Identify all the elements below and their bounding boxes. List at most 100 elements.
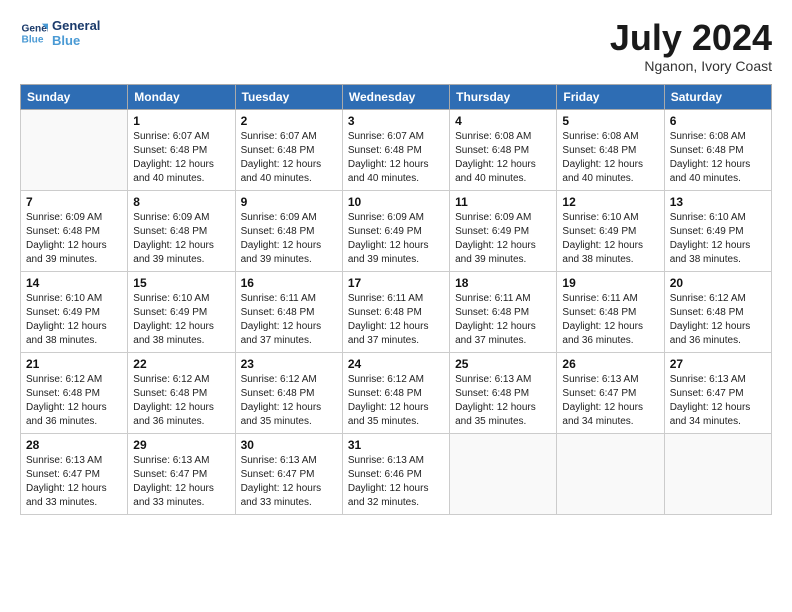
day-number: 16 xyxy=(241,276,337,290)
day-cell: 28 Sunrise: 6:13 AM Sunset: 6:47 PM Dayli… xyxy=(21,433,128,514)
day-number: 14 xyxy=(26,276,122,290)
day-number: 5 xyxy=(562,114,658,128)
day-number: 7 xyxy=(26,195,122,209)
day-info: Sunrise: 6:09 AM Sunset: 6:49 PM Dayligh… xyxy=(455,211,551,267)
day-number: 27 xyxy=(670,357,766,371)
day-cell: 24 Sunrise: 6:12 AM Sunset: 6:48 PM Dayli… xyxy=(342,352,449,433)
day-cell: 2Sunrise: 6:07 AM Sunset: 6:48 PM Daylig… xyxy=(235,109,342,190)
day-cell xyxy=(557,433,664,514)
day-info: Sunrise: 6:13 AM Sunset: 6:47 PM Dayligh… xyxy=(26,454,122,510)
day-info: Sunrise: 6:10 AM Sunset: 6:49 PM Dayligh… xyxy=(133,292,229,348)
col-header-monday: Monday xyxy=(128,84,235,109)
day-info: Sunrise: 6:07 AM Sunset: 6:48 PM Dayligh… xyxy=(133,130,229,186)
day-info: Sunrise: 6:08 AM Sunset: 6:48 PM Dayligh… xyxy=(670,130,766,186)
month-title: July 2024 xyxy=(610,18,772,58)
svg-text:Blue: Blue xyxy=(22,34,44,45)
day-info: Sunrise: 6:13 AM Sunset: 6:46 PM Dayligh… xyxy=(348,454,444,510)
day-number: 23 xyxy=(241,357,337,371)
day-cell: 10 Sunrise: 6:09 AM Sunset: 6:49 PM Dayli… xyxy=(342,190,449,271)
day-cell: 29 Sunrise: 6:13 AM Sunset: 6:47 PM Dayli… xyxy=(128,433,235,514)
day-cell xyxy=(21,109,128,190)
col-header-tuesday: Tuesday xyxy=(235,84,342,109)
day-number: 9 xyxy=(241,195,337,209)
day-info: Sunrise: 6:10 AM Sunset: 6:49 PM Dayligh… xyxy=(26,292,122,348)
day-cell: 16 Sunrise: 6:11 AM Sunset: 6:48 PM Dayli… xyxy=(235,271,342,352)
day-number: 21 xyxy=(26,357,122,371)
day-number: 11 xyxy=(455,195,551,209)
day-info: Sunrise: 6:10 AM Sunset: 6:49 PM Dayligh… xyxy=(562,211,658,267)
logo-general: General xyxy=(52,18,100,33)
day-cell: 22Sunrise: 6:12 AM Sunset: 6:48 PM Dayli… xyxy=(128,352,235,433)
day-info: Sunrise: 6:08 AM Sunset: 6:48 PM Dayligh… xyxy=(455,130,551,186)
day-number: 19 xyxy=(562,276,658,290)
day-info: Sunrise: 6:13 AM Sunset: 6:47 PM Dayligh… xyxy=(133,454,229,510)
col-header-saturday: Saturday xyxy=(664,84,771,109)
day-cell: 31 Sunrise: 6:13 AM Sunset: 6:46 PM Dayli… xyxy=(342,433,449,514)
day-info: Sunrise: 6:13 AM Sunset: 6:47 PM Dayligh… xyxy=(562,373,658,429)
day-cell: 6 Sunrise: 6:08 AM Sunset: 6:48 PM Daylig… xyxy=(664,109,771,190)
day-cell: 9Sunrise: 6:09 AM Sunset: 6:48 PM Daylig… xyxy=(235,190,342,271)
day-info: Sunrise: 6:12 AM Sunset: 6:48 PM Dayligh… xyxy=(348,373,444,429)
day-info: Sunrise: 6:12 AM Sunset: 6:48 PM Dayligh… xyxy=(670,292,766,348)
day-cell: 26 Sunrise: 6:13 AM Sunset: 6:47 PM Dayli… xyxy=(557,352,664,433)
day-info: Sunrise: 6:09 AM Sunset: 6:49 PM Dayligh… xyxy=(348,211,444,267)
day-number: 12 xyxy=(562,195,658,209)
col-header-sunday: Sunday xyxy=(21,84,128,109)
calendar: SundayMondayTuesdayWednesdayThursdayFrid… xyxy=(20,84,772,515)
day-number: 13 xyxy=(670,195,766,209)
day-info: Sunrise: 6:12 AM Sunset: 6:48 PM Dayligh… xyxy=(26,373,122,429)
day-number: 25 xyxy=(455,357,551,371)
day-info: Sunrise: 6:10 AM Sunset: 6:49 PM Dayligh… xyxy=(670,211,766,267)
day-cell xyxy=(664,433,771,514)
col-header-thursday: Thursday xyxy=(450,84,557,109)
day-cell: 27 Sunrise: 6:13 AM Sunset: 6:47 PM Dayli… xyxy=(664,352,771,433)
day-number: 31 xyxy=(348,438,444,452)
day-number: 29 xyxy=(133,438,229,452)
day-cell: 15 Sunrise: 6:10 AM Sunset: 6:49 PM Dayli… xyxy=(128,271,235,352)
week-row-1: 1Sunrise: 6:07 AM Sunset: 6:48 PM Daylig… xyxy=(21,109,772,190)
day-cell: 23 Sunrise: 6:12 AM Sunset: 6:48 PM Dayli… xyxy=(235,352,342,433)
day-number: 30 xyxy=(241,438,337,452)
day-cell: 3 Sunrise: 6:07 AM Sunset: 6:48 PM Daylig… xyxy=(342,109,449,190)
day-number: 28 xyxy=(26,438,122,452)
day-cell: 12 Sunrise: 6:10 AM Sunset: 6:49 PM Dayli… xyxy=(557,190,664,271)
day-number: 26 xyxy=(562,357,658,371)
day-number: 10 xyxy=(348,195,444,209)
day-number: 18 xyxy=(455,276,551,290)
week-row-5: 28 Sunrise: 6:13 AM Sunset: 6:47 PM Dayli… xyxy=(21,433,772,514)
day-number: 17 xyxy=(348,276,444,290)
day-cell: 1Sunrise: 6:07 AM Sunset: 6:48 PM Daylig… xyxy=(128,109,235,190)
week-row-4: 21 Sunrise: 6:12 AM Sunset: 6:48 PM Dayli… xyxy=(21,352,772,433)
header: General Blue General Blue July 2024 Ngan… xyxy=(20,18,772,74)
day-number: 24 xyxy=(348,357,444,371)
day-info: Sunrise: 6:08 AM Sunset: 6:48 PM Dayligh… xyxy=(562,130,658,186)
title-area: July 2024 Nganon, Ivory Coast xyxy=(610,18,772,74)
day-number: 6 xyxy=(670,114,766,128)
day-number: 8 xyxy=(133,195,229,209)
day-cell: 4Sunrise: 6:08 AM Sunset: 6:48 PM Daylig… xyxy=(450,109,557,190)
day-cell: 30Sunrise: 6:13 AM Sunset: 6:47 PM Dayli… xyxy=(235,433,342,514)
col-header-friday: Friday xyxy=(557,84,664,109)
logo-blue: Blue xyxy=(52,33,100,48)
day-number: 15 xyxy=(133,276,229,290)
day-info: Sunrise: 6:09 AM Sunset: 6:48 PM Dayligh… xyxy=(26,211,122,267)
day-info: Sunrise: 6:12 AM Sunset: 6:48 PM Dayligh… xyxy=(133,373,229,429)
day-info: Sunrise: 6:09 AM Sunset: 6:48 PM Dayligh… xyxy=(133,211,229,267)
day-cell: 5 Sunrise: 6:08 AM Sunset: 6:48 PM Daylig… xyxy=(557,109,664,190)
day-cell xyxy=(450,433,557,514)
day-cell: 8 Sunrise: 6:09 AM Sunset: 6:48 PM Daylig… xyxy=(128,190,235,271)
logo: General Blue General Blue xyxy=(20,18,100,48)
day-cell: 17Sunrise: 6:11 AM Sunset: 6:48 PM Dayli… xyxy=(342,271,449,352)
day-cell: 25Sunrise: 6:13 AM Sunset: 6:48 PM Dayli… xyxy=(450,352,557,433)
day-info: Sunrise: 6:07 AM Sunset: 6:48 PM Dayligh… xyxy=(348,130,444,186)
day-info: Sunrise: 6:11 AM Sunset: 6:48 PM Dayligh… xyxy=(241,292,337,348)
day-info: Sunrise: 6:07 AM Sunset: 6:48 PM Dayligh… xyxy=(241,130,337,186)
day-info: Sunrise: 6:13 AM Sunset: 6:47 PM Dayligh… xyxy=(670,373,766,429)
day-cell: 11 Sunrise: 6:09 AM Sunset: 6:49 PM Dayli… xyxy=(450,190,557,271)
day-cell: 20Sunrise: 6:12 AM Sunset: 6:48 PM Dayli… xyxy=(664,271,771,352)
location: Nganon, Ivory Coast xyxy=(610,58,772,74)
day-info: Sunrise: 6:12 AM Sunset: 6:48 PM Dayligh… xyxy=(241,373,337,429)
day-number: 3 xyxy=(348,114,444,128)
calendar-header-row: SundayMondayTuesdayWednesdayThursdayFrid… xyxy=(21,84,772,109)
day-cell: 14 Sunrise: 6:10 AM Sunset: 6:49 PM Dayli… xyxy=(21,271,128,352)
